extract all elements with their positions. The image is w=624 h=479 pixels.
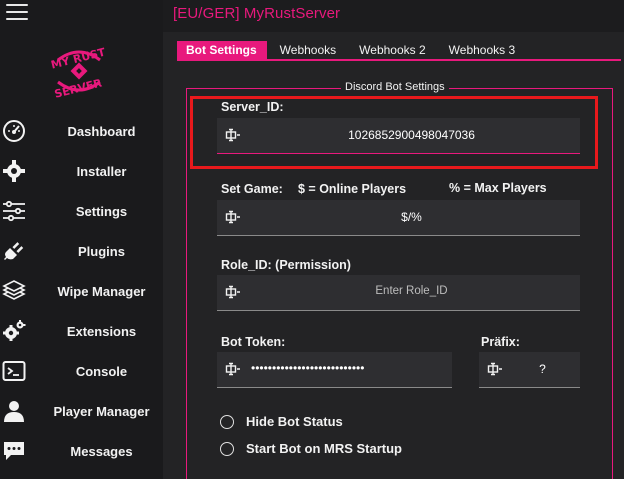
sidebar-item-label: Installer	[76, 163, 127, 179]
sliders-icon	[2, 199, 26, 223]
gears-icon	[2, 319, 26, 343]
radio-label: Hide Bot Status	[246, 414, 343, 429]
hide-bot-status-option[interactable]: Hide Bot Status	[220, 414, 343, 429]
layers-icon	[2, 279, 26, 303]
sidebar-item-label: Extensions	[66, 323, 137, 339]
radio-button[interactable]	[220, 441, 234, 456]
sidebar-item-label: Dashboard	[67, 123, 136, 139]
input-field-icon	[225, 210, 240, 224]
sidebar-item-messages[interactable]: Messages	[0, 431, 163, 471]
sidebar-item-label: Plugins	[78, 243, 125, 259]
input-field-icon	[225, 362, 240, 376]
set-game-hint-online: $ = Online Players	[298, 182, 407, 196]
input-field-icon	[487, 362, 502, 376]
app-logo: MY RUST SERVER	[50, 40, 108, 102]
set-game-label: Set Game:	[221, 182, 283, 196]
gauge-icon	[2, 119, 26, 143]
set-game-input[interactable]: $/%	[217, 200, 580, 236]
sidebar-item-label: Wipe Manager	[57, 283, 146, 299]
user-icon	[2, 399, 26, 423]
sidebar-item-label: Settings	[75, 203, 128, 219]
tab-bar: Bot Settings Webhooks Webhooks 2 Webhook…	[177, 41, 528, 59]
sidebar-item-label: Player Manager	[53, 403, 150, 419]
gear-icon	[2, 159, 26, 183]
bot-token-label: Bot Token:	[221, 335, 286, 349]
sidebar-item-installer[interactable]: Installer	[0, 151, 163, 191]
sidebar-item-label: Messages	[70, 443, 133, 459]
sidebar-item-console[interactable]: Console	[0, 351, 163, 391]
tab-underline	[177, 59, 621, 61]
start-bot-on-startup-option[interactable]: Start Bot on MRS Startup	[220, 441, 402, 456]
server-id-value: 1026852900498047036	[348, 128, 475, 142]
sidebar-item-dashboard[interactable]: Dashboard	[0, 111, 163, 151]
chat-icon	[2, 439, 26, 463]
role-id-placeholder: Enter Role_ID	[375, 285, 448, 297]
tab-webhooks[interactable]: Webhooks	[270, 41, 346, 59]
plug-icon	[2, 239, 26, 263]
input-field-icon	[225, 128, 240, 142]
prefix-input[interactable]: ?	[479, 352, 580, 388]
svg-text:SERVER: SERVER	[53, 76, 104, 100]
prefix-label: Präfix:	[481, 335, 520, 349]
sidebar-item-plugins[interactable]: Plugins	[0, 231, 163, 271]
sidebar-item-label: Console	[75, 363, 128, 379]
server-id-label: Server_ID:	[221, 100, 284, 114]
radio-label: Start Bot on MRS Startup	[246, 441, 402, 456]
tab-bot-settings[interactable]: Bot Settings	[177, 41, 267, 59]
input-field-icon	[225, 285, 240, 299]
server-id-input[interactable]: 1026852900498047036	[217, 118, 580, 154]
prefix-value: ?	[539, 362, 546, 376]
tab-webhooks-2[interactable]: Webhooks 2	[349, 41, 436, 59]
role-id-input[interactable]: Enter Role_ID	[217, 275, 580, 311]
terminal-icon	[2, 359, 26, 383]
sidebar-item-settings[interactable]: Settings	[0, 191, 163, 231]
role-id-label: Role_ID: (Permission)	[221, 258, 351, 272]
window-title: [EU/GER] MyRustServer	[173, 5, 341, 22]
sidebar: MY RUST SERVER Dashboard Installer Setti…	[0, 0, 163, 479]
group-legend: Discord Bot Settings	[341, 81, 449, 93]
set-game-hint-max: % = Max Players	[449, 181, 547, 195]
radio-button[interactable]	[220, 414, 234, 429]
bot-token-value: •••••••••••••••••••••••••••	[251, 361, 365, 375]
hamburger-menu-icon[interactable]	[6, 4, 28, 22]
set-game-value: $/%	[401, 210, 422, 224]
sidebar-item-wipe-manager[interactable]: Wipe Manager	[0, 271, 163, 311]
sidebar-item-player-manager[interactable]: Player Manager	[0, 391, 163, 431]
bot-token-input[interactable]: •••••••••••••••••••••••••••	[217, 352, 452, 388]
tab-webhooks-3[interactable]: Webhooks 3	[439, 41, 526, 59]
sidebar-item-extensions[interactable]: Extensions	[0, 311, 163, 351]
